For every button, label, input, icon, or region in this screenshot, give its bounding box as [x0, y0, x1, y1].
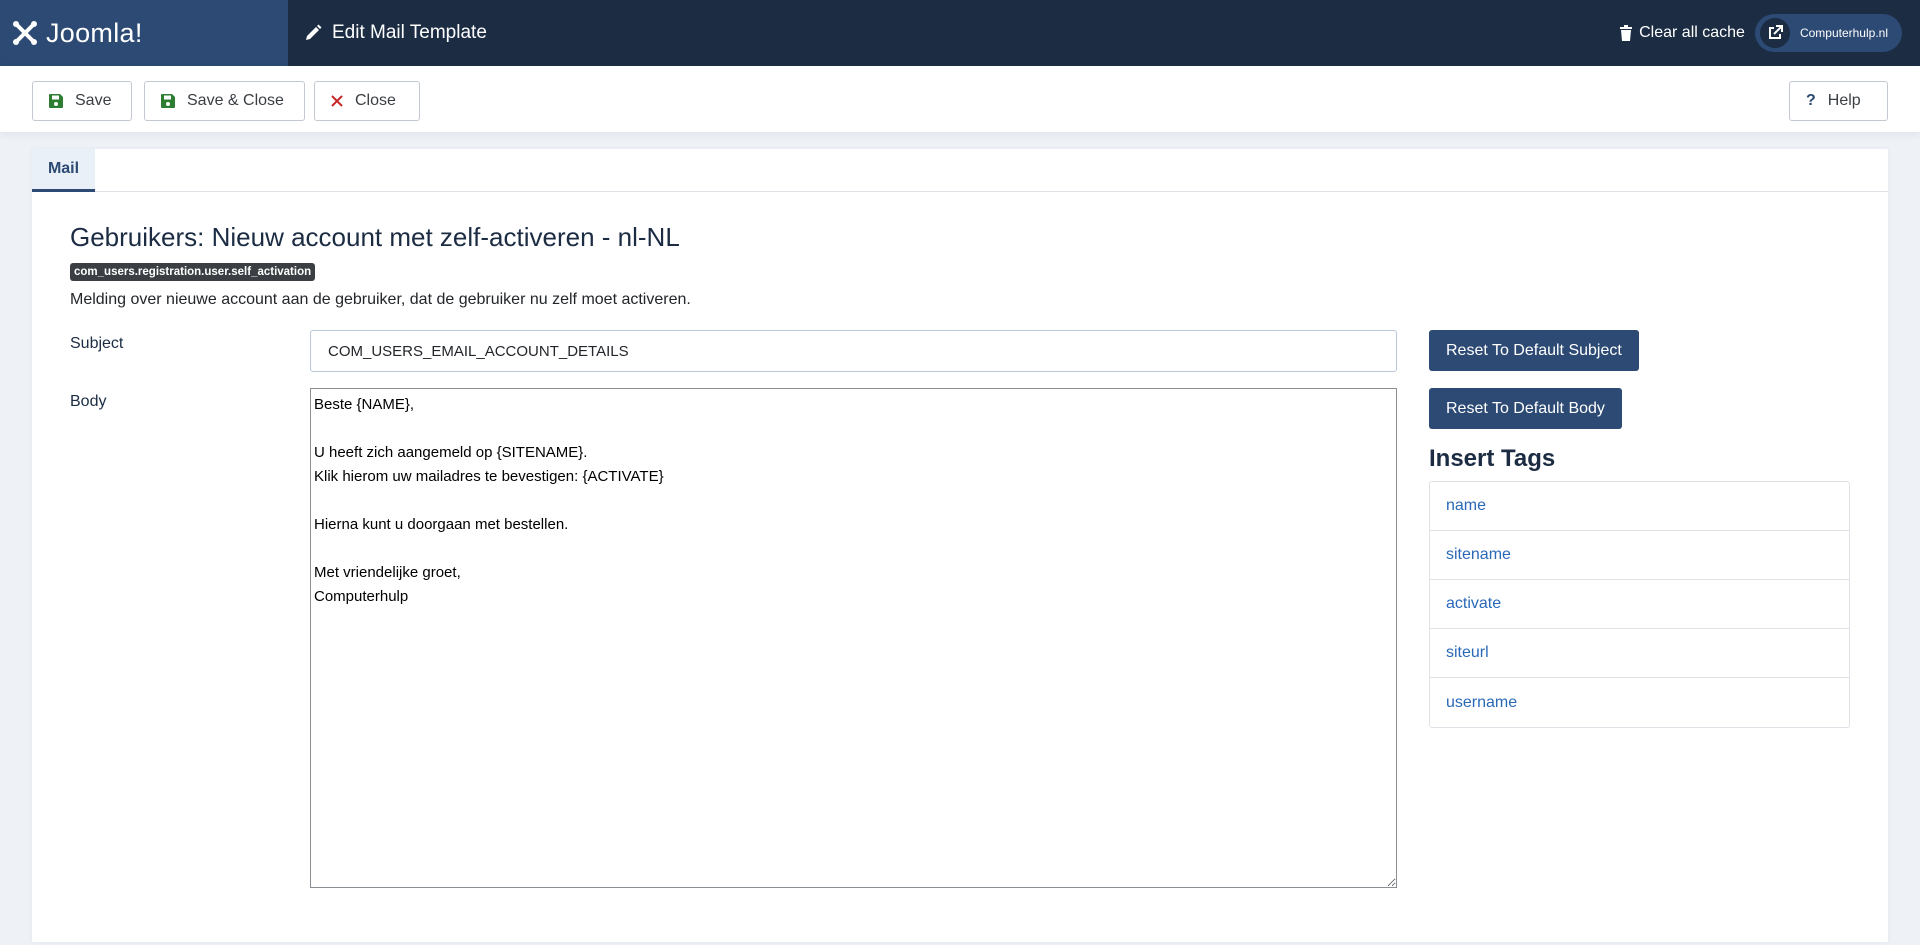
tag-item-siteurl[interactable]: siteurl [1430, 629, 1849, 678]
save-close-button[interactable]: Save & Close [144, 81, 305, 121]
tab-bar: Mail [32, 149, 1888, 192]
subject-input[interactable] [310, 330, 1397, 372]
logo-area[interactable]: Joomla! [0, 0, 288, 66]
tag-item-username[interactable]: username [1430, 678, 1849, 727]
insert-tags-title: Insert Tags [1429, 445, 1556, 472]
insert-tags-list: name sitename activate siteurl username [1429, 481, 1850, 728]
top-header: Joomla! Edit Mail Template Clear all cac… [0, 0, 1920, 66]
site-label: Computerhulp.nl [1799, 26, 1888, 40]
tag-item-name[interactable]: name [1430, 482, 1849, 531]
save-icon [161, 94, 175, 108]
pencil-icon [306, 24, 322, 40]
body-label: Body [70, 393, 107, 410]
clear-cache-link[interactable]: Clear all cache [1619, 24, 1745, 42]
trash-icon [1620, 25, 1633, 41]
body-textarea[interactable]: Beste {NAME}, U heeft zich aangemeld op … [310, 388, 1397, 888]
reset-subject-button[interactable]: Reset To Default Subject [1429, 330, 1639, 371]
clear-cache-label: Clear all cache [1639, 24, 1745, 41]
toolbar: Save Save & Close Close ? Help [0, 66, 1920, 132]
save-icon [49, 94, 63, 108]
page-title: Edit Mail Template [304, 22, 487, 44]
close-button[interactable]: Close [314, 81, 420, 121]
help-button[interactable]: ? Help [1789, 81, 1888, 121]
reset-body-button[interactable]: Reset To Default Body [1429, 388, 1622, 429]
template-key-badge: com_users.registration.user.self_activat… [70, 263, 316, 281]
x-icon [331, 95, 343, 107]
external-link-icon [1759, 18, 1790, 48]
logo-text: Joomla! [46, 17, 143, 48]
question-icon: ? [1806, 92, 1816, 109]
save-button[interactable]: Save [32, 81, 132, 121]
save-close-button-label: Save & Close [187, 92, 284, 109]
tab-mail[interactable]: Mail [32, 149, 95, 192]
site-link-button[interactable]: Computerhulp.nl [1754, 14, 1902, 52]
save-button-label: Save [75, 92, 112, 109]
tag-item-sitename[interactable]: sitename [1430, 531, 1849, 580]
mail-template-panel: Mail Gebruikers: Nieuw account met zelf-… [32, 149, 1888, 942]
joomla-logo-icon [13, 21, 37, 45]
page-title-text: Edit Mail Template [332, 22, 487, 43]
help-button-label: Help [1827, 92, 1861, 109]
template-title: Gebruikers: Nieuw account met zelf-activ… [70, 222, 680, 252]
subject-label: Subject [70, 335, 124, 352]
tag-item-activate[interactable]: activate [1430, 580, 1849, 629]
template-description: Melding over nieuwe account aan de gebru… [70, 291, 691, 308]
close-button-label: Close [355, 92, 396, 109]
